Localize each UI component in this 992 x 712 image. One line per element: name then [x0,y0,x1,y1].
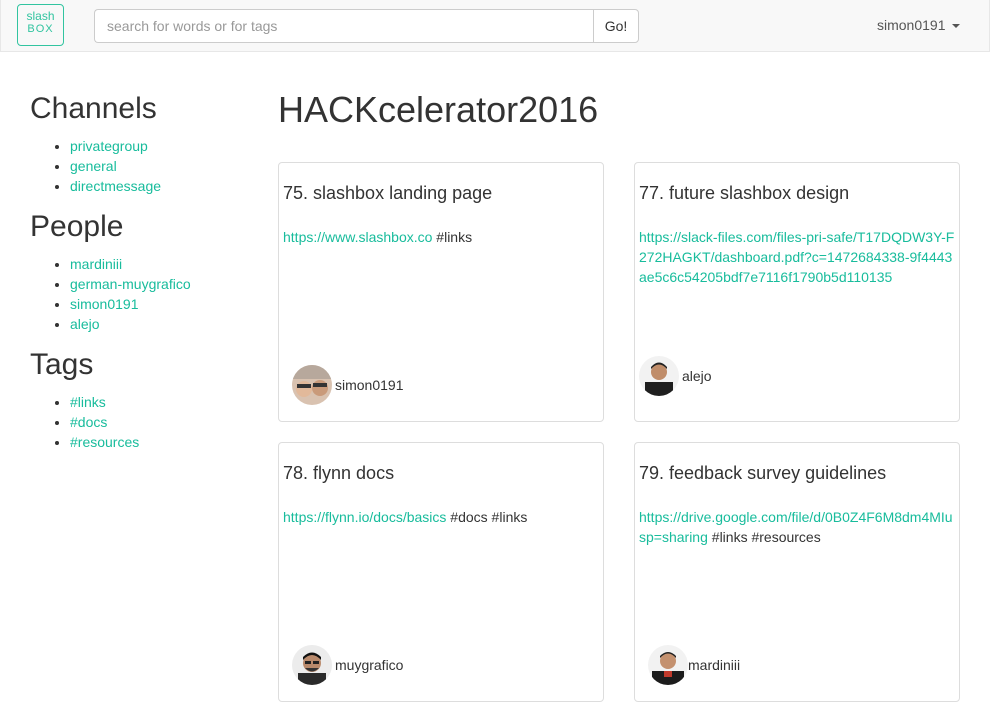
card-tags: #docs #links [446,509,528,525]
logo-text-top: slash [26,9,55,23]
avatar [292,645,332,685]
caret-down-icon [951,24,960,29]
card-tags: #links [432,229,473,245]
card-title: 78. flynn docs [283,463,395,483]
channel-link-privategroup[interactable]: privategroup [70,138,148,154]
card-title: 79. feedback survey guidelines [639,463,887,483]
card-author[interactable]: alejo [682,368,712,384]
sidebar: Channels privategroup general directmess… [30,92,250,466]
card-body: https://slack-files.com/files-pri-safe/T… [639,227,957,287]
tags-list: #links #docs #resources [30,392,250,452]
card-author[interactable]: muygrafico [335,657,403,673]
list-item: #links [70,392,250,412]
list-item: directmessage [70,176,250,196]
page-title: HACKcelerator2016 [278,89,599,130]
card-body: https://flynn.io/docs/basics #docs #link… [283,507,601,527]
person-link-simon0191[interactable]: simon0191 [70,296,139,312]
person-link-alejo[interactable]: alejo [70,316,100,332]
avatar [292,365,332,405]
card-author[interactable]: mardiniii [688,657,740,673]
search-input[interactable] [94,9,594,43]
people-list: mardiniii german-muygrafico simon0191 al… [30,254,250,334]
list-item: #docs [70,412,250,432]
list-item: #resources [70,432,250,452]
channel-link-directmessage[interactable]: directmessage [70,178,161,194]
card-body: https://drive.google.com/file/d/0B0Z4F6M… [639,507,957,547]
message-card: 79. feedback survey guidelines https://d… [634,442,960,702]
person-link-mardiniii[interactable]: mardiniii [70,256,122,272]
channel-link-general[interactable]: general [70,158,117,174]
list-item: general [70,156,250,176]
people-heading: People [30,210,124,243]
list-item: mardiniii [70,254,250,274]
message-card: 77. future slashbox design https://slack… [634,162,960,422]
avatar [648,645,688,685]
card-author[interactable]: simon0191 [335,377,404,393]
message-card: 78. flynn docs https://flynn.io/docs/bas… [278,442,604,702]
search-button[interactable]: Go! [593,9,639,43]
channels-heading: Channels [30,92,157,125]
tag-link-docs[interactable]: #docs [70,414,107,430]
tag-link-links[interactable]: #links [70,394,106,410]
card-link[interactable]: https://flynn.io/docs/basics [283,509,446,525]
card-tags: #links #resources [707,529,821,545]
list-item: privategroup [70,136,250,156]
top-navbar: slash BOX Go! simon0191 [0,0,990,52]
username: simon0191 [877,17,946,33]
user-dropdown[interactable]: simon0191 [877,17,960,33]
list-item: german-muygrafico [70,274,250,294]
tag-link-resources[interactable]: #resources [70,434,139,450]
list-item: simon0191 [70,294,250,314]
card-title: 75. slashbox landing page [283,183,493,203]
person-link-german-muygrafico[interactable]: german-muygrafico [70,276,191,292]
list-item: alejo [70,314,250,334]
message-card: 75. slashbox landing page https://www.sl… [278,162,604,422]
channels-list: privategroup general directmessage [30,136,250,196]
card-link[interactable]: https://slack-files.com/files-pri-safe/T… [639,229,954,285]
card-body: https://www.slashbox.co #links [283,227,601,247]
slashbox-logo[interactable]: slash BOX [17,4,64,46]
card-link[interactable]: https://www.slashbox.co [283,229,432,245]
tags-heading: Tags [30,348,94,381]
logo-text-bottom: BOX [27,23,54,35]
avatar [639,356,679,396]
card-title: 77. future slashbox design [639,183,850,203]
